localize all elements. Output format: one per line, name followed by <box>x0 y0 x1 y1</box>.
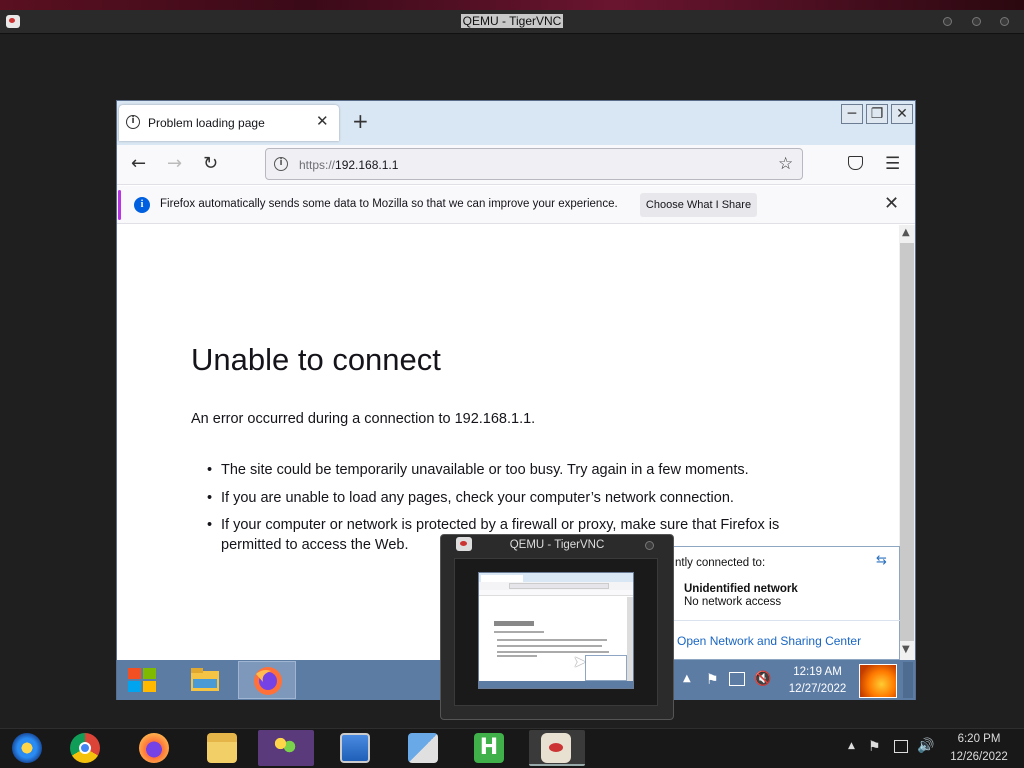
close-dot-icon[interactable] <box>1000 17 1009 26</box>
tab-close-icon[interactable]: ✕ <box>316 112 329 130</box>
action-center-flag-icon[interactable]: ⚑ <box>868 739 881 755</box>
chrome-icon[interactable] <box>58 730 114 766</box>
new-tab-button[interactable]: + <box>352 110 369 132</box>
thumbnail-preview[interactable] <box>478 572 634 689</box>
firefox-icon[interactable] <box>127 730 183 766</box>
file-explorer-icon[interactable] <box>176 661 234 699</box>
network-sharing-center-link[interactable]: Open Network and Sharing Center <box>677 634 861 648</box>
divider <box>668 620 900 621</box>
h-app-icon[interactable]: H <box>462 730 518 766</box>
bullet-icon: • <box>207 517 213 533</box>
minimize-button[interactable]: ─ <box>841 104 863 124</box>
file-manager-icon[interactable] <box>195 730 251 766</box>
connected-to-label: ntly connected to: <box>675 557 766 569</box>
remote-desktop-icon[interactable] <box>328 730 384 766</box>
network-icon[interactable] <box>729 672 745 686</box>
action-center-flag-icon[interactable]: ⚑ <box>706 672 719 688</box>
error-description: An error occurred during a connection to… <box>191 411 536 427</box>
scroll-up-icon[interactable]: ▲ <box>902 227 910 238</box>
tab-title: Problem loading page <box>148 116 265 130</box>
network-status: No network access <box>684 596 782 608</box>
pocket-icon[interactable] <box>848 156 863 170</box>
arrow-right-icon[interactable]: → <box>167 154 182 174</box>
scroll-down-icon[interactable]: ▼ <box>902 644 910 655</box>
guest-clock-date[interactable]: 12/27/2022 <box>770 683 865 695</box>
scrollbar-thumb[interactable] <box>900 243 914 641</box>
hamburger-menu-icon[interactable]: ☰ <box>885 154 900 174</box>
network-icon[interactable] <box>894 740 908 753</box>
error-title: Unable to connect <box>191 342 441 377</box>
arrow-left-icon[interactable]: ← <box>131 154 146 174</box>
bookmark-star-icon[interactable]: ☆ <box>778 154 793 174</box>
close-button[interactable]: ✕ <box>891 104 913 124</box>
host-clock-time[interactable]: 6:20 PM <box>940 733 1018 745</box>
close-icon[interactable]: ✕ <box>884 193 899 214</box>
notification-accent <box>118 190 121 220</box>
info-icon: i <box>126 115 140 129</box>
vnc-window-title: QEMU - TigerVNC <box>460 14 564 28</box>
refresh-icon[interactable]: ⇆ <box>876 553 887 568</box>
thumbnail-title: QEMU - TigerVNC <box>509 539 605 551</box>
error-bullet: The site could be temporarily unavailabl… <box>221 462 749 478</box>
taskbar-edge <box>903 662 913 698</box>
windows-start-icon[interactable] <box>126 666 158 694</box>
guest-clock-time[interactable]: 12:19 AM <box>770 666 865 678</box>
reload-icon[interactable]: ↻ <box>203 154 218 174</box>
bullet-icon: • <box>207 490 213 506</box>
app-launcher-icon[interactable] <box>0 730 56 766</box>
show-hidden-icons-icon[interactable]: ▲ <box>683 673 691 684</box>
volume-muted-icon[interactable]: 🔇 <box>754 671 771 687</box>
users-icon[interactable] <box>258 730 314 766</box>
choose-what-i-share-button[interactable]: Choose What I Share <box>640 193 757 217</box>
host-wallpaper <box>0 0 1024 10</box>
host-clock-date[interactable]: 12/26/2022 <box>940 751 1018 763</box>
mouse-cursor-icon: ➤ <box>573 652 587 671</box>
firefox-taskbar-icon[interactable] <box>238 661 296 699</box>
minimize-dot-icon[interactable] <box>943 17 952 26</box>
bullet-icon: • <box>207 462 213 478</box>
url-text[interactable]: https://192.168.1.1 <box>299 158 398 172</box>
error-bullet: If you are unable to load any pages, che… <box>221 490 734 506</box>
network-name: Unidentified network <box>684 583 798 595</box>
show-desktop-thumbnail[interactable] <box>859 664 897 698</box>
tigervnc-taskbar-icon[interactable] <box>529 730 585 766</box>
notification-text: Firefox automatically sends some data to… <box>160 198 618 210</box>
maximize-dot-icon[interactable] <box>972 17 981 26</box>
site-info-icon[interactable]: i <box>274 157 288 171</box>
info-icon: i <box>134 197 150 213</box>
show-hidden-icons-icon[interactable]: ▲ <box>848 741 855 751</box>
restore-button[interactable]: ❐ <box>866 104 888 124</box>
thumbnail-close-icon[interactable] <box>645 541 654 550</box>
volume-icon[interactable]: 🔊 <box>917 738 934 754</box>
network-tool-icon[interactable] <box>396 730 452 766</box>
